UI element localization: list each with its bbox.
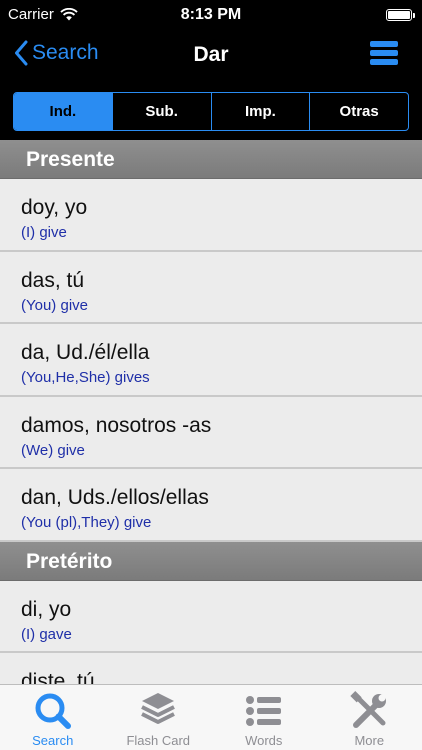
chevron-left-icon <box>15 40 28 66</box>
search-icon <box>35 693 71 729</box>
back-button-label: Search <box>32 41 99 64</box>
list-item[interactable]: diste, tú <box>0 653 422 684</box>
tab-search[interactable]: Search <box>0 685 106 750</box>
tab-label: Flash Card <box>126 733 191 748</box>
navigation-bar: Search Dar <box>0 30 422 84</box>
translation: (I) gave <box>21 625 72 643</box>
tab-label: More <box>354 733 385 748</box>
tab-label: Words <box>245 733 283 748</box>
translation: (We) give <box>21 441 85 459</box>
segment-indicative[interactable]: Ind. <box>14 93 112 130</box>
section-header-preterito: Pretérito <box>0 541 422 581</box>
list-icon <box>245 696 281 726</box>
verb-form: da, Ud./él/ella <box>21 341 150 364</box>
section-header-presente: Presente <box>0 140 422 179</box>
list-item[interactable]: damos, nosotros -as (We) give <box>0 396 422 469</box>
verb-form: doy, yo <box>21 196 88 219</box>
status-bar: Carrier 8:13 PM <box>0 0 422 30</box>
verb-form: das, tú <box>21 268 85 292</box>
conjugation-list[interactable]: Presente doy, yo (I) give das, tú (You) … <box>0 140 422 684</box>
verb-form: dan, Uds./ellos/ellas <box>21 486 209 509</box>
menu-icon[interactable] <box>370 41 398 69</box>
segment-other[interactable]: Otras <box>309 93 408 130</box>
tab-more[interactable]: More <box>317 685 422 750</box>
verb-form: damos, nosotros -as <box>21 413 212 437</box>
tools-icon <box>350 691 387 728</box>
tab-label: Search <box>32 733 74 748</box>
layers-icon <box>141 693 176 724</box>
tab-bar: Search Flash Card Words More <box>0 684 422 750</box>
tab-words[interactable]: Words <box>211 685 317 750</box>
list-item[interactable]: di, yo (I) gave <box>0 580 422 653</box>
translation: (I) give <box>21 224 67 241</box>
translation: (You (pl),They) give <box>21 514 152 531</box>
verb-form: diste, tú <box>21 670 95 684</box>
translation: (You) give <box>21 296 88 314</box>
clock: 8:13 PM <box>180 6 242 23</box>
segment-subjunctive[interactable]: Sub. <box>111 93 211 130</box>
translation: (You,He,She) gives <box>21 369 150 386</box>
mood-segmented-control: Ind. Sub. Imp. Otras <box>13 92 409 131</box>
list-item[interactable]: doy, yo (I) give <box>0 179 422 252</box>
list-item[interactable]: dan, Uds./ellos/ellas (You (pl),They) gi… <box>0 469 422 542</box>
list-item[interactable]: da, Ud./él/ella (You,He,She) gives <box>0 324 422 397</box>
battery-icon <box>386 9 415 21</box>
verb-form: di, yo <box>21 597 72 621</box>
segment-imperative[interactable]: Imp. <box>210 93 310 130</box>
list-item[interactable]: das, tú (You) give <box>0 251 422 324</box>
back-button[interactable]: Search <box>14 40 99 66</box>
tab-flash-card[interactable]: Flash Card <box>106 685 212 750</box>
tense-mode-bar: Ind. Sub. Imp. Otras <box>0 84 422 140</box>
